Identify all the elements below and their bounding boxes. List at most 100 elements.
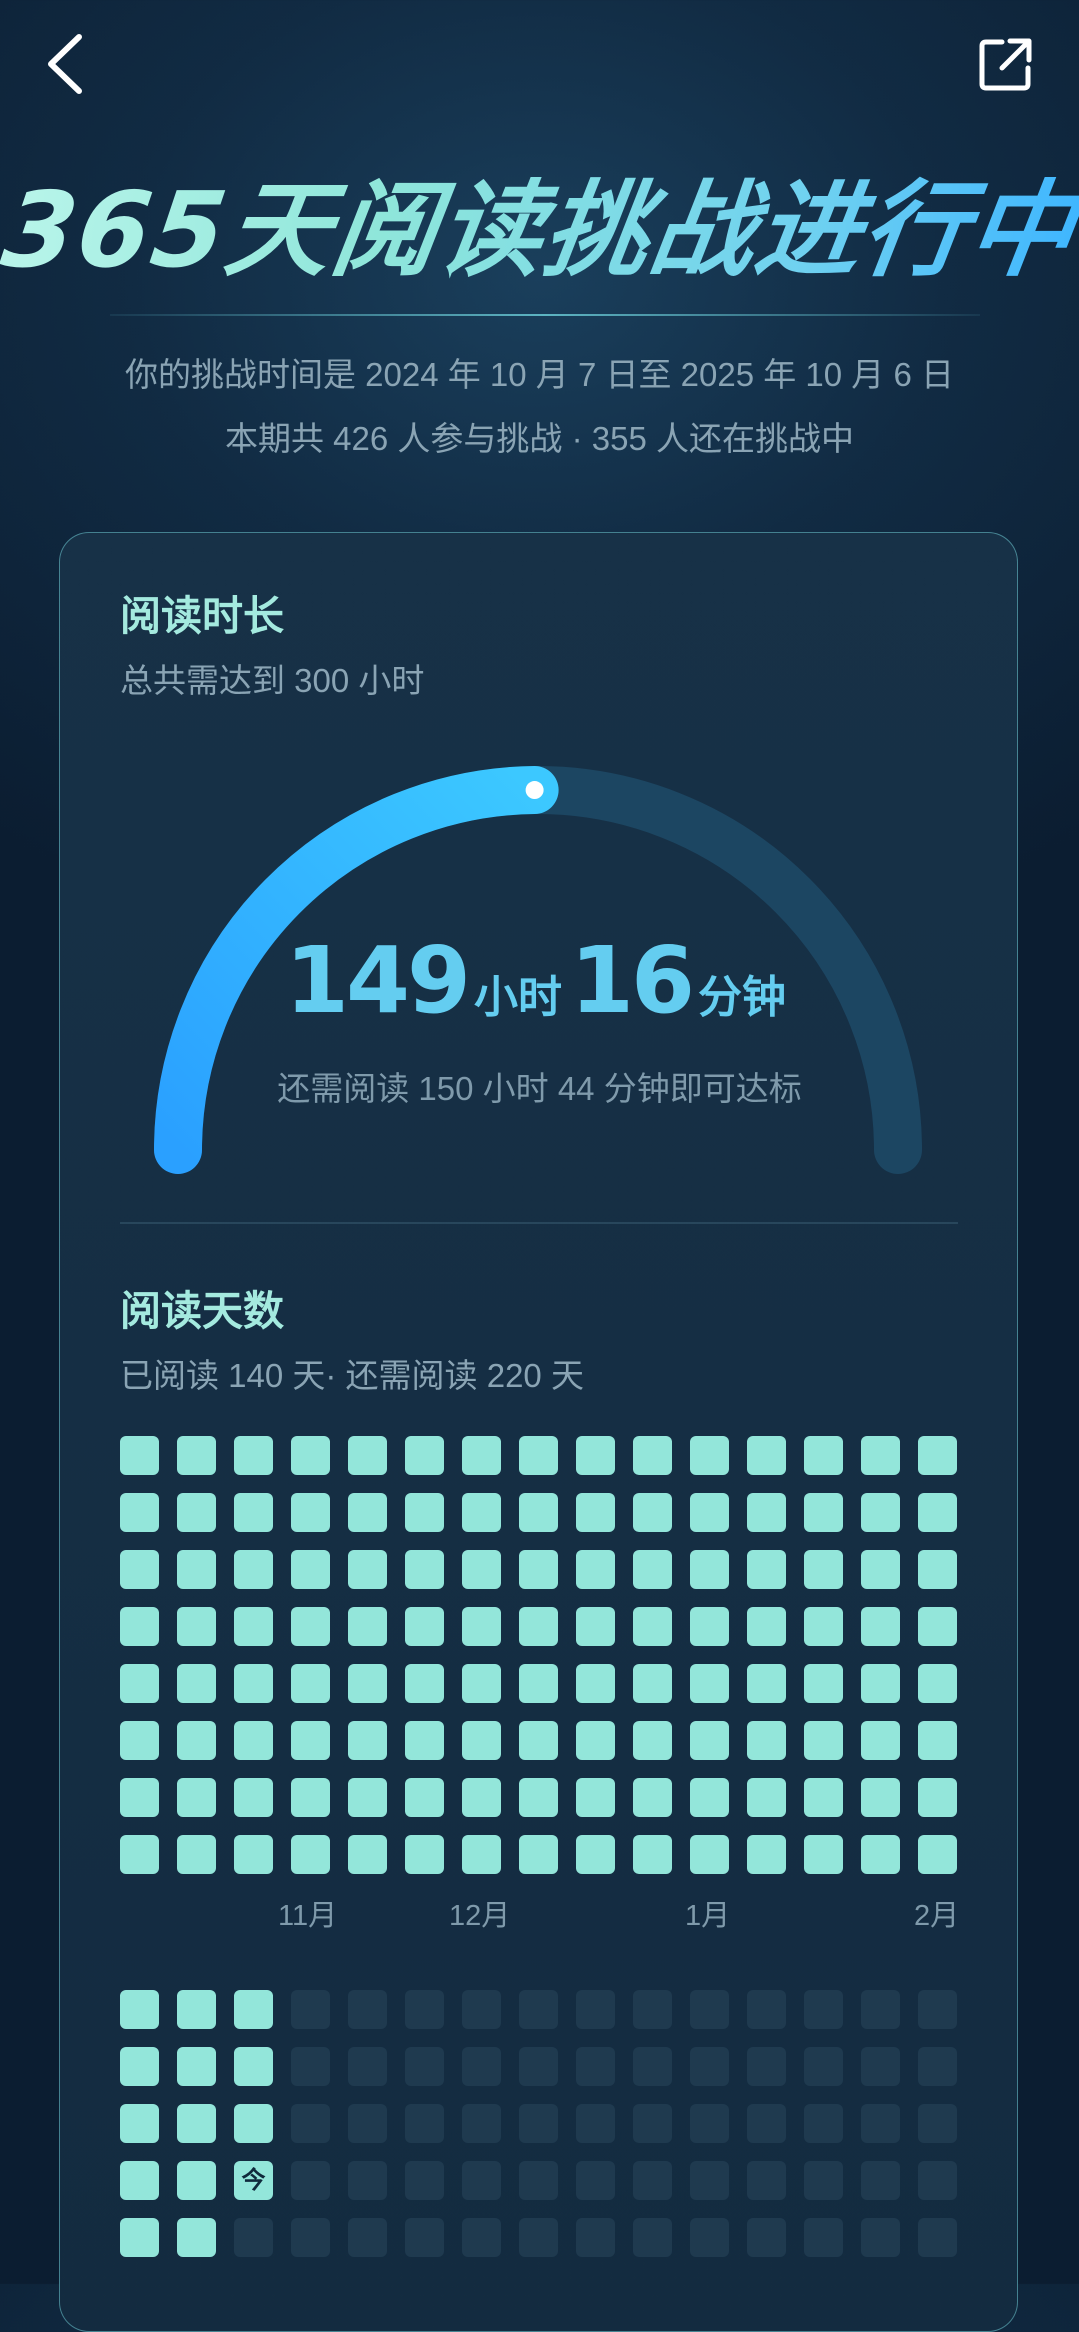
calendar-day-empty [348,2218,387,2257]
calendar-day-empty [861,2218,900,2257]
calendar-day-empty [405,2104,444,2143]
calendar-day-read [234,1436,273,1475]
calendar-day-read [234,2047,273,2086]
calendar-day-empty [861,2047,900,2086]
calendar-day-read [861,1493,900,1532]
calendar-day-read [633,1778,672,1817]
calendar-day-empty [690,1990,729,2029]
calendar-day-read [120,2047,159,2086]
calendar-day-read [576,1550,615,1589]
section-divider [120,1222,958,1224]
calendar-day-empty [861,1990,900,2029]
calendar-day-empty [747,1990,786,2029]
calendar-day-read [120,1721,159,1760]
calendar-day-read [405,1778,444,1817]
calendar-day-empty [690,2218,729,2257]
calendar-day-read [918,1550,957,1589]
calendar-day-read [234,1778,273,1817]
calendar-day-read [861,1664,900,1703]
calendar-day-read [690,1778,729,1817]
calendar-day-read [804,1664,843,1703]
hours-unit: 小时 [474,972,562,1023]
calendar-day-read [462,1493,501,1532]
calendar-day-read [177,2104,216,2143]
gauge-knob [525,781,544,800]
calendar-day-empty [348,1990,387,2029]
calendar-day-read [690,1721,729,1760]
calendar-day-read [918,1493,957,1532]
calendar-day-read [747,1778,786,1817]
calendar-day-empty [690,2104,729,2143]
calendar-day-read [861,1607,900,1646]
calendar-day-read [177,1607,216,1646]
calendar-day-empty [462,2218,501,2257]
calendar-day-empty [747,2218,786,2257]
calendar-day-read [747,1550,786,1589]
calendar-day-read [918,1436,957,1475]
calendar-day-empty [348,2047,387,2086]
calendar-day-read [861,1778,900,1817]
calendar-day-read [690,1550,729,1589]
calendar-day-empty [291,2218,330,2257]
calendar-day-read [177,1664,216,1703]
calendar-day-empty [633,2218,672,2257]
calendar-day-read [576,1721,615,1760]
minutes-value: 16 [570,927,695,1034]
calendar-day-read [747,1436,786,1475]
calendar-day-read [120,1835,159,1874]
calendar-day-empty [405,1990,444,2029]
calendar-day-read [177,1835,216,1874]
calendar-day-read [804,1550,843,1589]
calendar-day-read [519,1436,558,1475]
calendar-day-empty [918,2218,957,2257]
calendar-day-read [348,1835,387,1874]
calendar-day-read [576,1835,615,1874]
calendar-day-empty [747,2104,786,2143]
calendar-day-read [519,1778,558,1817]
calendar-day-read [405,1550,444,1589]
calendar-day-read [690,1835,729,1874]
calendar-day-empty [462,1990,501,2029]
calendar-day-read [348,1550,387,1589]
calendar-day-read [747,1721,786,1760]
calendar-day-empty [462,2047,501,2086]
calendar-day-read [291,1721,330,1760]
calendar-day-read [576,1664,615,1703]
calendar-day-empty [804,2218,843,2257]
calendar-day-read [462,1607,501,1646]
calendar-day-read [462,1778,501,1817]
calendar-day-empty [519,2047,558,2086]
calendar-day-read [462,1664,501,1703]
calendar-day-today: 今 [234,2161,273,2200]
calendar-day-read [519,1664,558,1703]
calendar-day-read [804,1607,843,1646]
calendar-day-read [348,1436,387,1475]
calendar-day-empty [804,2047,843,2086]
calendar-day-empty [462,2161,501,2200]
calendar-day-read [234,2104,273,2143]
calendar-day-read [918,1607,957,1646]
calendar-day-empty [861,2161,900,2200]
calendar-day-empty [519,2161,558,2200]
calendar-day-read [861,1550,900,1589]
calendar-day-empty [804,2104,843,2143]
calendar-day-read [120,1607,159,1646]
calendar-day-read [177,1493,216,1532]
calendar-day-read [234,1493,273,1532]
calendar-day-empty [291,2161,330,2200]
calendar-day-empty [747,2161,786,2200]
calendar-day-read [576,1778,615,1817]
calendar-day-empty [918,2104,957,2143]
calendar-day-read [120,1493,159,1532]
hours-value: 149 [284,927,471,1034]
calendar-day-read [519,1607,558,1646]
calendar-day-read [804,1835,843,1874]
calendar-day-read [291,1664,330,1703]
calendar-day-empty [804,1990,843,2029]
calendar-day-read [462,1721,501,1760]
calendar-day-empty [690,2161,729,2200]
calendar-day-empty [633,1990,672,2029]
calendar-day-empty [519,2218,558,2257]
calendar-day-read [576,1436,615,1475]
calendar-day-read [405,1664,444,1703]
